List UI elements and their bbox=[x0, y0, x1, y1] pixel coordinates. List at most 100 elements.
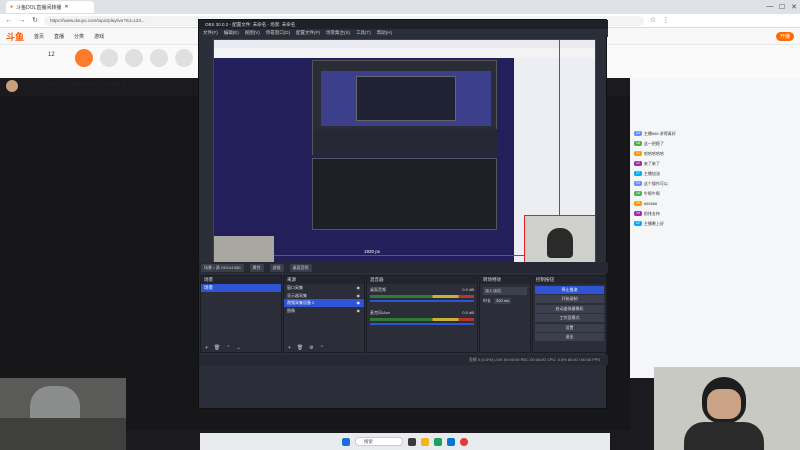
studio-mode-button[interactable]: 工作室模式 bbox=[535, 314, 604, 322]
menu-profile[interactable]: 配置文件(P) bbox=[296, 29, 320, 37]
transition-select[interactable]: 淡入淡出 bbox=[483, 287, 527, 295]
volume-slider[interactable] bbox=[370, 323, 474, 325]
gear-icon[interactable]: ⚙ bbox=[309, 344, 313, 352]
add-icon[interactable]: + bbox=[288, 344, 291, 352]
fire-icon[interactable] bbox=[75, 49, 93, 67]
nested-site-header bbox=[214, 48, 595, 58]
reload-icon[interactable]: ↻ bbox=[31, 17, 39, 25]
chat-text: 哈哈哈哈哈 bbox=[643, 151, 664, 156]
desktop-audio-button[interactable]: 桌面音频 bbox=[289, 263, 312, 272]
site-logo[interactable]: 斗鱼 bbox=[6, 30, 24, 43]
star-icon[interactable]: ☆ bbox=[649, 17, 657, 25]
chat-message: 25 666666 bbox=[634, 199, 796, 208]
eye-icon: ◉ bbox=[356, 292, 361, 298]
source-item-selected[interactable]: 视频采集设备 2 ◉ bbox=[284, 299, 364, 307]
forward-icon[interactable]: → bbox=[18, 17, 26, 25]
chat-text: 666666 bbox=[643, 201, 658, 206]
level-badge: 25 bbox=[634, 201, 642, 206]
chat-text: 这个操作可以 bbox=[643, 181, 668, 186]
windows-taskbar: 搜索 bbox=[200, 433, 610, 450]
start-recording-button[interactable]: 开始录制 bbox=[535, 295, 604, 303]
chat-list: 23 主播666 讲得真好 18 这一把稳了 31 哈哈哈哈哈 12 来了来了 27 主播加油 20… bbox=[630, 129, 800, 228]
chat-message: 22 主播晚上好 bbox=[634, 219, 796, 228]
back-icon[interactable]: ← bbox=[5, 17, 13, 25]
rank-icon[interactable] bbox=[125, 49, 143, 67]
eye-icon: ◉ bbox=[356, 307, 361, 313]
chat-text: 牛啊牛啊 bbox=[643, 191, 660, 196]
person-face bbox=[707, 389, 741, 419]
close-window-button[interactable]: ✕ bbox=[788, 3, 800, 11]
volume-meter bbox=[370, 295, 474, 298]
transitions-dock: 转场特效 淡入淡出 时长 300 ms bbox=[479, 275, 531, 353]
chat-message: 31 哈哈哈哈哈 bbox=[634, 149, 796, 158]
stop-stream-button[interactable]: 停止推流 bbox=[535, 285, 604, 294]
volume-slider[interactable] bbox=[370, 300, 474, 302]
open-live-button[interactable]: 开播 bbox=[775, 31, 794, 41]
nav-home[interactable]: 首页 bbox=[34, 33, 44, 40]
scene-item[interactable]: 场景 bbox=[201, 284, 281, 292]
menu-help[interactable]: 帮助(H) bbox=[377, 29, 392, 37]
track-db: 0.0 dB bbox=[462, 287, 474, 292]
nav-category[interactable]: 分类 bbox=[74, 33, 84, 40]
browser-tab[interactable]: ● 斗鱼DOL直播间转播 ✕ bbox=[6, 1, 94, 13]
nested-nested-obs bbox=[356, 76, 456, 121]
taskview-icon[interactable] bbox=[408, 437, 416, 446]
down-icon[interactable]: ⌄ bbox=[236, 344, 240, 352]
desk-area bbox=[0, 418, 126, 450]
menu-view[interactable]: 视图(V) bbox=[245, 29, 260, 37]
source-item[interactable]: 窗口采集 ◉ bbox=[284, 284, 364, 292]
chat-text: 主播晚上好 bbox=[643, 221, 664, 226]
taskbar-search[interactable]: 搜索 bbox=[355, 437, 403, 446]
room-count: 12 bbox=[48, 52, 55, 58]
source-item[interactable]: 图像 ◉ bbox=[284, 307, 364, 315]
close-tab-icon[interactable]: ✕ bbox=[64, 4, 68, 10]
controls-header: 控制按钮 bbox=[533, 276, 606, 284]
menu-edit[interactable]: 编辑(E) bbox=[224, 29, 239, 37]
extensions-icon[interactable]: ⋮ bbox=[662, 17, 670, 25]
add-icon[interactable]: + bbox=[205, 344, 208, 352]
chrome-icon[interactable] bbox=[447, 437, 455, 446]
guide-line-h bbox=[274, 255, 524, 256]
level-badge: 23 bbox=[634, 131, 642, 136]
chat-message: 12 来了来了 bbox=[634, 159, 796, 168]
guide-line-v bbox=[559, 40, 560, 215]
minimize-button[interactable]: — bbox=[764, 3, 776, 11]
controls-dock: 控制按钮 停止推流 开始录制 启动虚拟摄像机 工作室模式 设置 退出 bbox=[532, 275, 607, 353]
explorer-icon[interactable] bbox=[421, 437, 429, 446]
edge-icon[interactable] bbox=[434, 437, 442, 446]
duration-input[interactable]: 300 ms bbox=[494, 298, 512, 304]
properties-button[interactable]: 属性 bbox=[249, 263, 264, 272]
up-icon[interactable]: ⌃ bbox=[226, 344, 230, 352]
remove-icon[interactable]: 🗑 bbox=[214, 344, 220, 352]
chat-text: 这一把稳了 bbox=[643, 141, 664, 146]
category-icon[interactable] bbox=[100, 49, 118, 67]
settings-button[interactable]: 设置 bbox=[535, 323, 604, 332]
remove-icon[interactable]: 🗑 bbox=[297, 344, 303, 352]
obs-title-bar: OBS 30.0.2 - 配置文件: 未命名 - 场景: 未命名 bbox=[199, 20, 608, 29]
eye-icon: ◉ bbox=[356, 285, 361, 290]
start-icon[interactable] bbox=[342, 437, 350, 446]
nested-browser-bar bbox=[214, 40, 595, 48]
source-item[interactable]: 显示器采集 ◉ bbox=[284, 292, 364, 300]
sources-header: 来源 bbox=[284, 276, 364, 284]
track-name: 桌面音频 bbox=[370, 287, 386, 292]
streamer-avatar[interactable] bbox=[6, 80, 18, 92]
chat-message: 27 主播加油 bbox=[634, 169, 796, 178]
menu-docks[interactable]: 停靠窗口(D) bbox=[266, 29, 290, 37]
obs-preview[interactable]: 1920 px bbox=[213, 39, 596, 271]
menu-file[interactable]: 文件(F) bbox=[203, 29, 218, 37]
chat-panel: 23 主播666 讲得真好 18 这一把稳了 31 哈哈哈哈哈 12 来了来了 27 主播加油 20… bbox=[630, 78, 800, 378]
virtual-camera-button[interactable]: 启动虚拟摄像机 bbox=[535, 304, 604, 313]
exit-button[interactable]: 退出 bbox=[535, 333, 604, 341]
more-icon[interactable] bbox=[175, 49, 193, 67]
nav-live[interactable]: 直播 bbox=[54, 33, 64, 40]
maximize-button[interactable]: ☐ bbox=[776, 3, 788, 11]
filters-button[interactable]: 滤镜 bbox=[269, 263, 284, 272]
up-icon[interactable]: ⌃ bbox=[320, 344, 324, 352]
gift-icon[interactable] bbox=[150, 49, 168, 67]
obs-icon[interactable] bbox=[460, 437, 468, 446]
level-badge: 19 bbox=[634, 211, 642, 216]
menu-tools[interactable]: 工具(T) bbox=[356, 29, 371, 37]
nav-games[interactable]: 游戏 bbox=[94, 33, 104, 40]
menu-scene-collection[interactable]: 场景集合(S) bbox=[326, 29, 350, 37]
